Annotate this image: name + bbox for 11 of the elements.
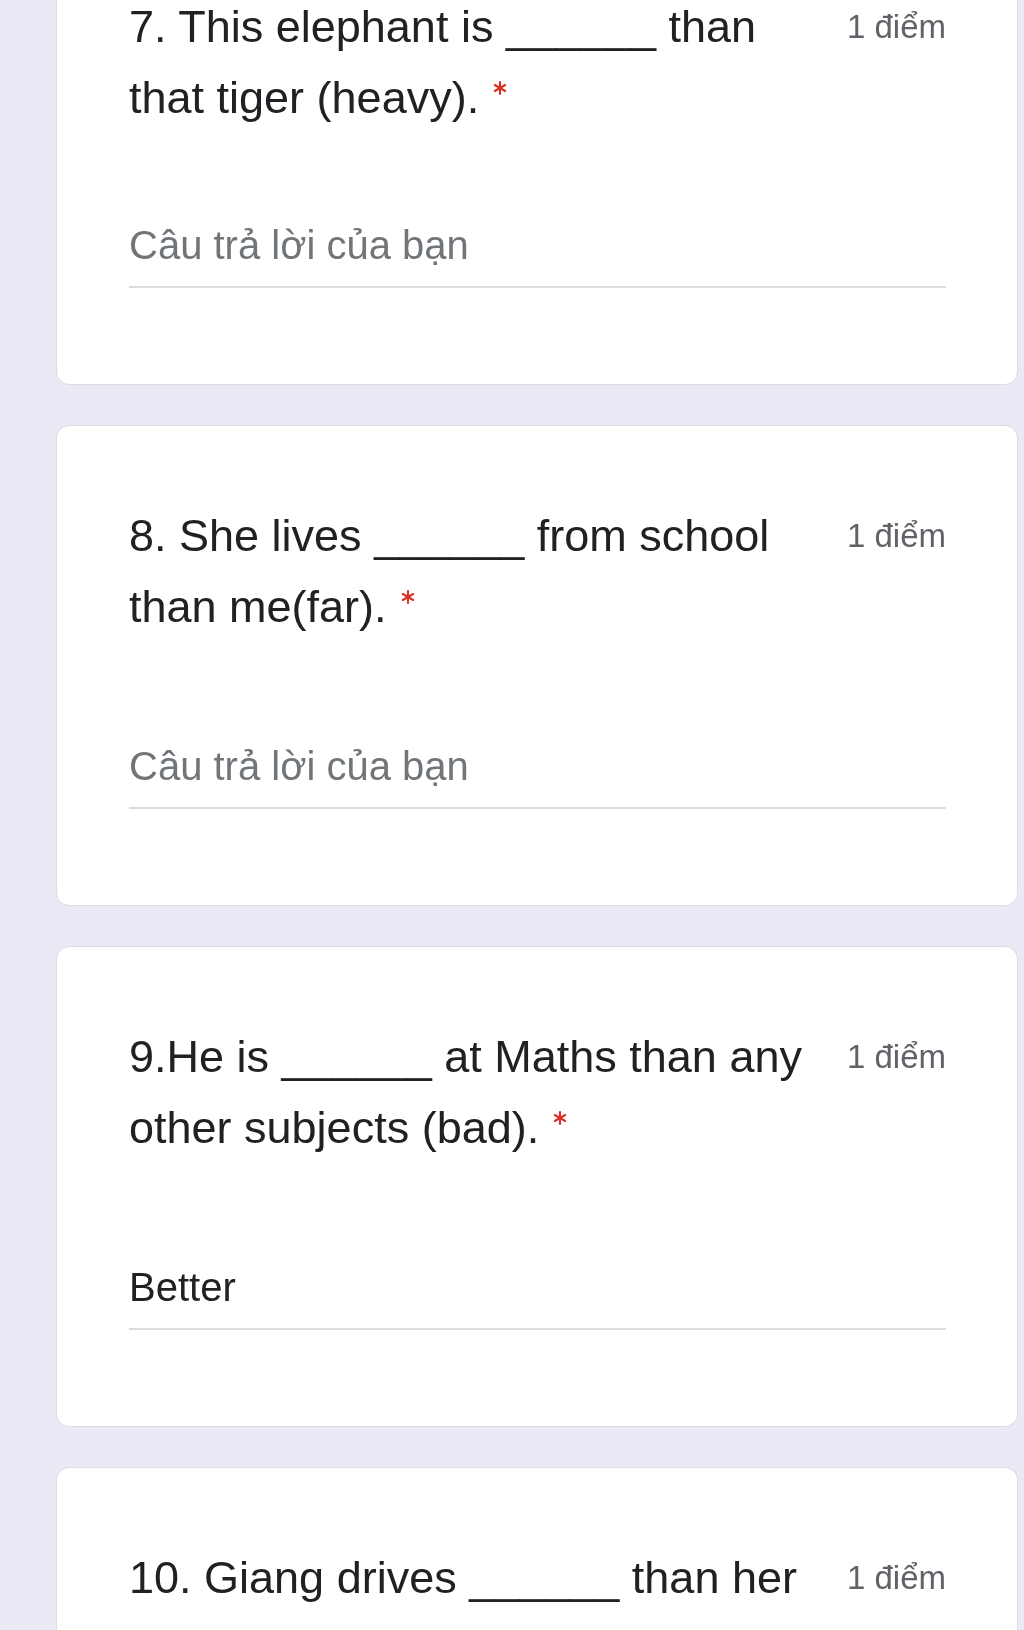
question-text: 7. This elephant is ______ than that tiger (heavy). xyxy=(129,1,757,123)
points-label: 1 điểm xyxy=(846,1037,946,1077)
points-label: 1 điểm xyxy=(846,1558,946,1598)
answer-field[interactable]: Better xyxy=(129,1263,946,1330)
points-label: 1 điểm xyxy=(846,516,946,556)
question-text: 10. Giang drives ______ than her xyxy=(129,1552,797,1603)
answer-field[interactable]: Câu trả lời của bạn xyxy=(129,742,946,809)
points-label: 1 điểm xyxy=(846,7,946,47)
question-text: 9.He is ______ at Maths than any other subjects (bad). xyxy=(129,1031,802,1153)
question-text: 8. She lives ______ from school than me(far). xyxy=(129,510,770,632)
answer-field[interactable]: Câu trả lời của bạn xyxy=(129,221,946,288)
